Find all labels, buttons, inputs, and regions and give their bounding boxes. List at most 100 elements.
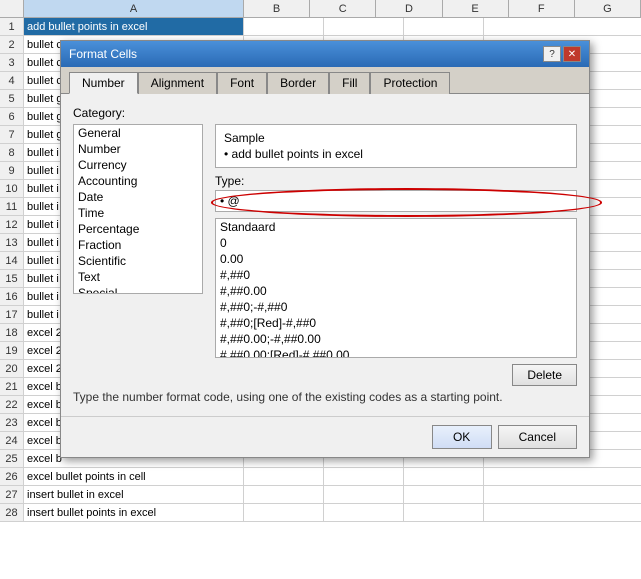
row-number: 4	[0, 72, 24, 89]
category-item[interactable]: Scientific	[74, 253, 202, 269]
row-number: 2	[0, 36, 24, 53]
row-number: 13	[0, 234, 24, 251]
row-number: 21	[0, 378, 24, 395]
format-item[interactable]: Standaard	[216, 219, 576, 235]
cell-b[interactable]	[244, 504, 324, 521]
row-number: 16	[0, 288, 24, 305]
type-input[interactable]	[215, 190, 577, 212]
row-number: 19	[0, 342, 24, 359]
table-row[interactable]: 28 insert bullet points in excel	[0, 504, 641, 522]
type-input-wrapper	[215, 190, 577, 212]
row-number: 18	[0, 324, 24, 341]
close-button[interactable]: ✕	[563, 46, 581, 62]
category-item[interactable]: Text	[74, 269, 202, 285]
table-row[interactable]: 27 insert bullet in excel	[0, 486, 641, 504]
right-panel: Sample • add bullet points in excel Type…	[215, 124, 577, 386]
format-item[interactable]: #,##0.00;[Red]-#,##0.00	[216, 347, 576, 358]
column-headers: A B C D E F G	[0, 0, 641, 18]
format-cells-dialog: Format Cells ? ✕ NumberAlignmentFontBord…	[60, 40, 590, 458]
format-list[interactable]: Standaard00.00#,##0#,##0.00#,##0;-#,##0#…	[215, 218, 577, 358]
sample-value: • add bullet points in excel	[224, 147, 568, 161]
table-row[interactable]: 1 add bullet points in excel	[0, 18, 641, 36]
dialog-footer: OK Cancel	[61, 416, 589, 457]
format-item[interactable]: #,##0	[216, 267, 576, 283]
category-item[interactable]: Accounting	[74, 173, 202, 189]
row-number: 24	[0, 432, 24, 449]
category-item[interactable]: Date	[74, 189, 202, 205]
col-d-header: D	[376, 0, 442, 17]
col-c-header: C	[310, 0, 376, 17]
tab-fill[interactable]: Fill	[329, 72, 370, 94]
format-item[interactable]: #,##0;-#,##0	[216, 299, 576, 315]
row-number: 26	[0, 468, 24, 485]
cell-d[interactable]	[404, 504, 484, 521]
cell-d[interactable]	[404, 18, 484, 35]
dialog-tabs: NumberAlignmentFontBorderFillProtection	[61, 67, 589, 94]
category-item[interactable]: Currency	[74, 157, 202, 173]
col-e-header: E	[443, 0, 509, 17]
category-label: Category:	[73, 106, 577, 120]
cell-b[interactable]	[244, 468, 324, 485]
row-number: 1	[0, 18, 24, 35]
cell-c[interactable]	[324, 504, 404, 521]
dialog-controls: ? ✕	[543, 46, 581, 62]
category-item[interactable]: Percentage	[74, 221, 202, 237]
help-button[interactable]: ?	[543, 46, 561, 62]
delete-button[interactable]: Delete	[512, 364, 577, 386]
ok-button[interactable]: OK	[432, 425, 492, 449]
category-list-container: GeneralNumberCurrencyAccountingDateTimeP…	[73, 124, 203, 386]
cell-a[interactable]: insert bullet points in excel	[24, 504, 244, 521]
dialog-content: Category: GeneralNumberCurrencyAccountin…	[61, 94, 589, 416]
category-item[interactable]: Time	[74, 205, 202, 221]
row-number: 27	[0, 486, 24, 503]
row-number: 25	[0, 450, 24, 467]
row-number: 17	[0, 306, 24, 323]
format-item[interactable]: #,##0;[Red]-#,##0	[216, 315, 576, 331]
col-b-header: B	[244, 0, 310, 17]
category-item[interactable]: General	[74, 125, 202, 141]
tab-font[interactable]: Font	[217, 72, 267, 94]
row-number: 9	[0, 162, 24, 179]
cell-d[interactable]	[404, 468, 484, 485]
row-number: 7	[0, 126, 24, 143]
row-number: 22	[0, 396, 24, 413]
cell-b[interactable]	[244, 18, 324, 35]
tab-protection[interactable]: Protection	[370, 72, 450, 94]
row-number: 5	[0, 90, 24, 107]
row-number: 6	[0, 108, 24, 125]
category-item[interactable]: Special	[74, 285, 202, 294]
category-item[interactable]: Fraction	[74, 237, 202, 253]
row-number: 14	[0, 252, 24, 269]
row-num-header	[0, 0, 24, 17]
dialog-main: GeneralNumberCurrencyAccountingDateTimeP…	[73, 124, 577, 386]
tab-alignment[interactable]: Alignment	[138, 72, 217, 94]
cell-c[interactable]	[324, 486, 404, 503]
row-number: 11	[0, 198, 24, 215]
cell-c[interactable]	[324, 468, 404, 485]
cell-a[interactable]: add bullet points in excel	[24, 18, 244, 35]
format-item[interactable]: #,##0.00	[216, 283, 576, 299]
tab-border[interactable]: Border	[267, 72, 329, 94]
category-list[interactable]: GeneralNumberCurrencyAccountingDateTimeP…	[73, 124, 203, 294]
cell-d[interactable]	[404, 486, 484, 503]
format-item[interactable]: 0	[216, 235, 576, 251]
row-number: 28	[0, 504, 24, 521]
format-item[interactable]: 0.00	[216, 251, 576, 267]
sample-section: Sample • add bullet points in excel	[215, 124, 577, 168]
format-item[interactable]: #,##0.00;-#,##0.00	[216, 331, 576, 347]
cell-b[interactable]	[244, 486, 324, 503]
cell-a[interactable]: excel bullet points in cell	[24, 468, 244, 485]
row-number: 3	[0, 54, 24, 71]
category-item[interactable]: Number	[74, 141, 202, 157]
cancel-button[interactable]: Cancel	[498, 425, 577, 449]
delete-btn-row: Delete	[215, 364, 577, 386]
row-number: 8	[0, 144, 24, 161]
tab-number[interactable]: Number	[69, 72, 138, 94]
row-number: 12	[0, 216, 24, 233]
table-row[interactable]: 26 excel bullet points in cell	[0, 468, 641, 486]
dialog-titlebar: Format Cells ? ✕	[61, 41, 589, 67]
dialog-title: Format Cells	[69, 47, 137, 61]
cell-a[interactable]: insert bullet in excel	[24, 486, 244, 503]
row-number: 10	[0, 180, 24, 197]
cell-c[interactable]	[324, 18, 404, 35]
